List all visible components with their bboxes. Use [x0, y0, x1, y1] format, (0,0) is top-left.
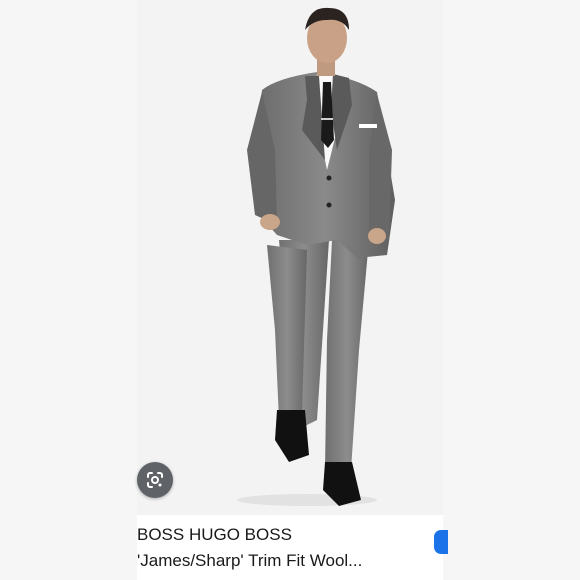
product-image[interactable] — [137, 0, 443, 515]
suit-model-illustration — [137, 0, 443, 515]
lens-search-button[interactable] — [137, 462, 173, 498]
product-title: 'James/Sharp' Trim Fit Wool... — [137, 551, 363, 570]
left-gutter — [0, 0, 137, 580]
product-caption[interactable]: BOSS HUGO BOSS 'James/Sharp' Trim Fit Wo… — [137, 522, 437, 574]
product-brand: BOSS HUGO BOSS — [137, 525, 292, 544]
next-result-edge[interactable] — [434, 530, 448, 554]
google-lens-icon — [147, 472, 163, 488]
right-gutter — [443, 0, 580, 580]
